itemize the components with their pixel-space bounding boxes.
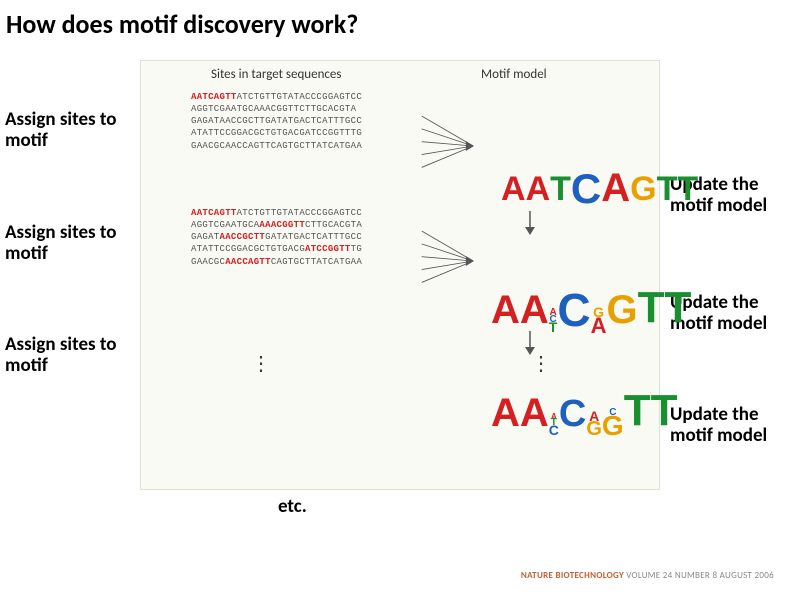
down-arrow-1: [521, 211, 539, 235]
column-header-motif: Motif model: [481, 67, 547, 82]
journal-name: NATURE BIOTECHNOLOGY: [521, 570, 624, 581]
arrow-group-2: [421, 231, 481, 296]
motif-logo-3: AA CTA C GA GC TT: [491, 386, 677, 436]
update-label-3: Update the motif model: [670, 405, 790, 447]
figure-panel: Sites in target sequences Motif model AA…: [140, 60, 660, 490]
motif-logo-1: AAT CA GTT: [501, 161, 698, 209]
motif-logo-2: AA TCA C AG GTT: [491, 279, 691, 333]
etc-label: etc.: [278, 495, 307, 518]
down-arrow-2: [521, 331, 539, 355]
vertical-dots-left: ⋮: [251, 351, 273, 376]
attribution: NATURE BIOTECHNOLOGY VOLUME 24 NUMBER 8 …: [521, 570, 774, 581]
assign-label-2: Assign sites to motif: [5, 223, 135, 265]
sequence-block-2: AATCAGTTATCTGTTGTATACCCGGAGTCC AGGTCGAAT…: [191, 207, 362, 268]
assign-label-1: Assign sites to motif: [5, 110, 135, 152]
column-header-target: Sites in target sequences: [211, 67, 341, 82]
page-title: How does motif discovery work?: [0, 0, 794, 48]
sequence-block-1: AATCAGTTATCTGTTGTATACCCGGAGTCC AGGTCGAAT…: [191, 91, 362, 152]
arrow-group-1: [421, 116, 481, 181]
assign-label-3: Assign sites to motif: [5, 335, 135, 377]
